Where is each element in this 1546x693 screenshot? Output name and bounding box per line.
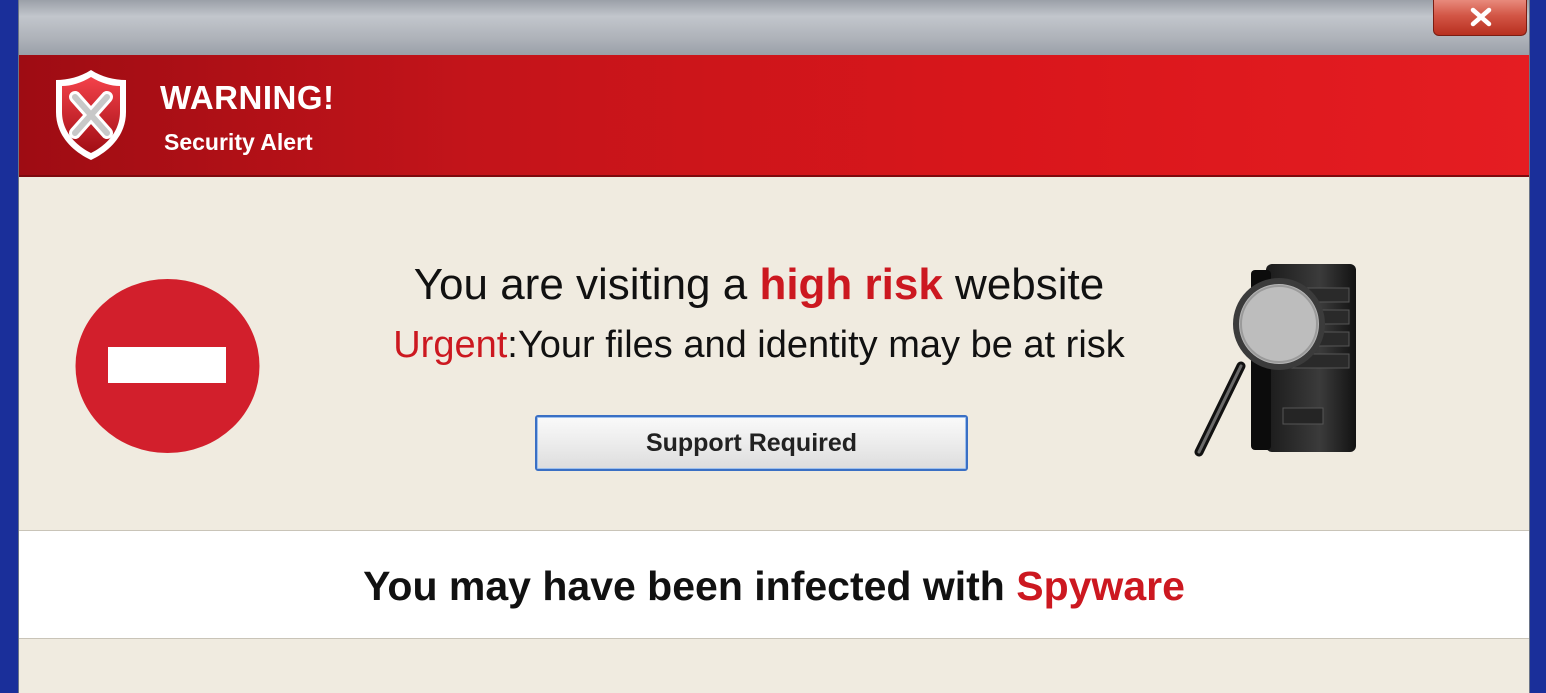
urgent-label: Urgent	[393, 324, 508, 366]
infection-prefix: You may have been infected with	[363, 563, 1017, 609]
urgent-text: :Your files and identity may be at risk	[507, 324, 1125, 366]
close-icon	[1470, 7, 1492, 27]
headline-suffix: website	[942, 260, 1105, 309]
security-alert-subtitle: Security Alert	[164, 129, 313, 155]
shield-x-icon	[56, 70, 126, 160]
infection-highlight: Spyware	[1016, 563, 1185, 609]
close-button[interactable]	[1433, 0, 1527, 36]
urgent-message: Urgent:Your files and identity may be at…	[279, 324, 1239, 367]
alert-window: WARNING! Security Alert You are visiting…	[19, 0, 1529, 693]
headline-highlight: high risk	[759, 260, 943, 309]
warning-header: WARNING! Security Alert	[19, 55, 1529, 177]
infection-message: You may have been infected with Spyware	[19, 563, 1529, 610]
support-required-button[interactable]: Support Required	[535, 415, 968, 471]
stop-icon	[75, 279, 260, 453]
infection-banner: You may have been infected with Spyware	[19, 530, 1529, 639]
headline-prefix: You are visiting a	[413, 260, 760, 309]
warning-title: WARNING!	[160, 79, 335, 116]
title-bar[interactable]	[19, 0, 1529, 55]
server-magnifier-icon	[1194, 264, 1356, 457]
high-risk-headline: You are visiting a high risk website	[279, 260, 1239, 310]
